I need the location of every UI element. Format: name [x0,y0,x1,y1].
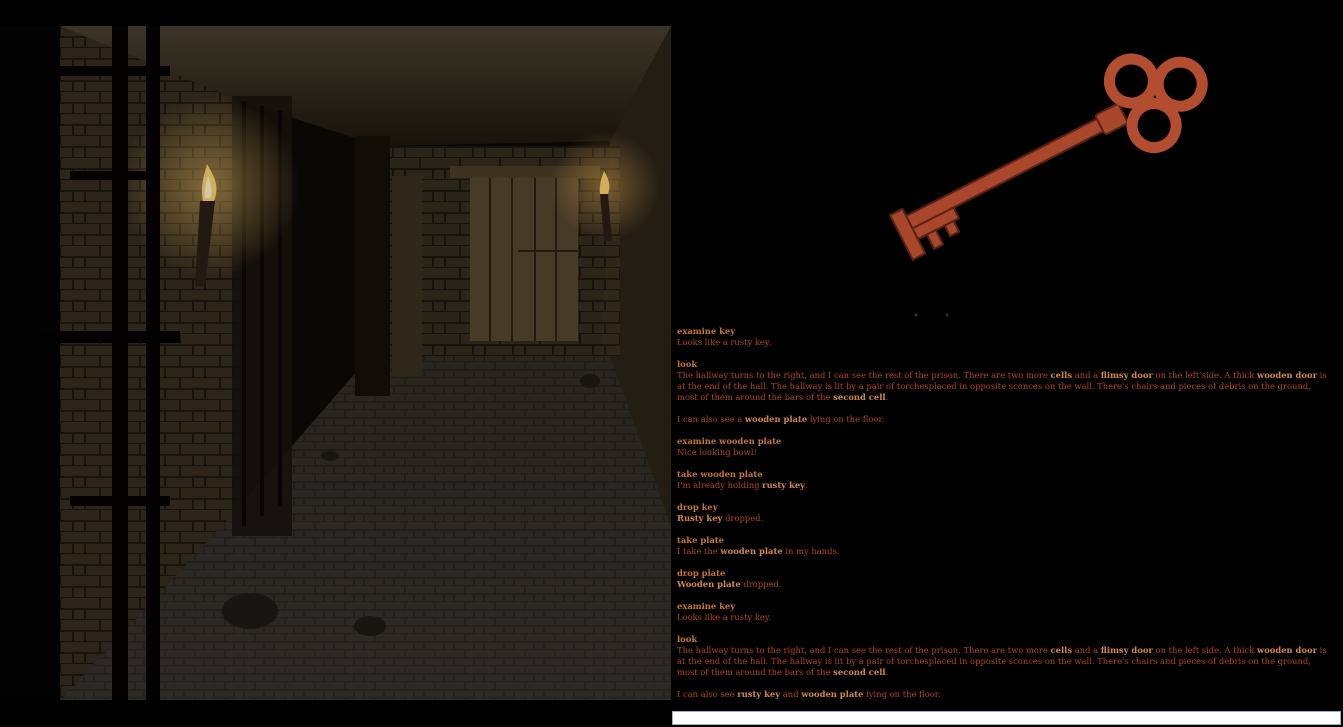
highlighted-object: wooden door [1256,370,1317,380]
log-response: Looks like a rusty key. [677,612,1329,623]
log-entry: examine key Looks like a rusty key. [677,326,1329,348]
dungeon-scene-view[interactable] [0,26,671,700]
log-text: on the left side. A thick [1152,370,1257,380]
log-text: and a [1072,645,1101,655]
log-text: I can also see [677,689,738,699]
log-entry: I can also see a wooden plate lying on t… [677,414,1329,425]
log-text: Looks like a rusty key. [677,337,772,347]
log-entry: I can also see rusty key and wooden plat… [677,689,1329,700]
highlighted-object: Wooden plate [677,579,741,589]
log-text: on the left side. A thick [1152,645,1257,655]
log-entry: take plate I take the wooden plate in my … [677,535,1329,557]
command-input[interactable] [672,711,1341,725]
log-text: and [780,689,802,699]
log-response: I can also see rusty key and wooden plat… [677,689,1329,700]
log-entry: drop key Rusty key dropped. [677,502,1329,524]
log-response: The hallway turns to the right, and I ca… [677,645,1329,678]
log-text: I can also see a [677,414,745,424]
log-response: Wooden plate dropped. [677,579,1329,590]
log-response: Nice looking bowl! [677,447,1329,458]
log-command: take wooden plate [677,469,763,479]
log-response: I can also see a wooden plate lying on t… [677,414,1329,425]
log-response: I'm already holding rusty key. [677,480,1329,491]
highlighted-object: wooden door [1256,645,1317,655]
log-text: . [885,667,889,677]
log-text: Nice looking bowl! [677,447,757,457]
game-text-log: examine key Looks like a rusty key. look Th… [677,326,1329,708]
log-response: Rusty key dropped. [677,513,1329,524]
log-text: Looks like a rusty key. [677,612,772,622]
log-text: . [885,392,889,402]
highlighted-object: wooden plate [744,414,808,424]
highlighted-object: rusty key [737,689,781,699]
log-command: examine wooden plate [677,436,782,446]
log-text: I take the [677,546,721,556]
dungeon-hallway-scene [0,26,671,700]
log-entry: examine key Looks like a rusty key. [677,601,1329,623]
log-entry: examine wooden plate Nice looking bowl! [677,436,1329,458]
log-text: The hallway turns to the right, and I ca… [677,370,1051,380]
log-entry: look The hallway turns to the right, and … [677,634,1329,678]
highlighted-object: flimsy door [1100,645,1153,655]
log-entry: drop plate Wooden plate dropped. [677,568,1329,590]
log-command: look [677,634,698,644]
highlighted-object: rusty key [762,480,806,490]
rusty-key-icon [888,53,1208,317]
log-text: dropped. [722,513,764,523]
log-entry: take wooden plate I'm already holding rus… [677,469,1329,491]
log-text: . [805,480,808,490]
log-response: I take the wooden plate in my hands. [677,546,1329,557]
log-command: drop plate [677,568,726,578]
highlighted-object: second cell [833,392,886,402]
log-command: take plate [677,535,725,545]
highlighted-object: cells [1050,370,1073,380]
item-preview-panel[interactable] [672,0,1343,322]
log-entry: look The hallway turns to the right, and … [677,359,1329,403]
log-response: The hallway turns to the right, and I ca… [677,370,1329,403]
log-text: dropped. [740,579,782,589]
log-command: examine key [677,601,736,611]
log-command: drop key [677,502,718,512]
log-text: I'm already holding [677,480,763,490]
log-text: The hallway turns to the right, and I ca… [677,645,1051,655]
log-command: examine key [677,326,736,336]
log-response: Looks like a rusty key. [677,337,1329,348]
highlighted-object: wooden plate [801,689,864,699]
highlighted-object: Rusty key [677,513,723,523]
log-text: lying on the floor. [863,689,941,699]
log-text: lying on the floor. [807,414,885,424]
highlighted-object: second cell [833,667,886,677]
log-text: in my hands. [782,546,840,556]
log-command: look [677,359,698,369]
log-text: and a [1072,370,1101,380]
highlighted-object: wooden plate [720,546,783,556]
highlighted-object: cells [1050,645,1073,655]
highlighted-object: flimsy door [1100,370,1153,380]
